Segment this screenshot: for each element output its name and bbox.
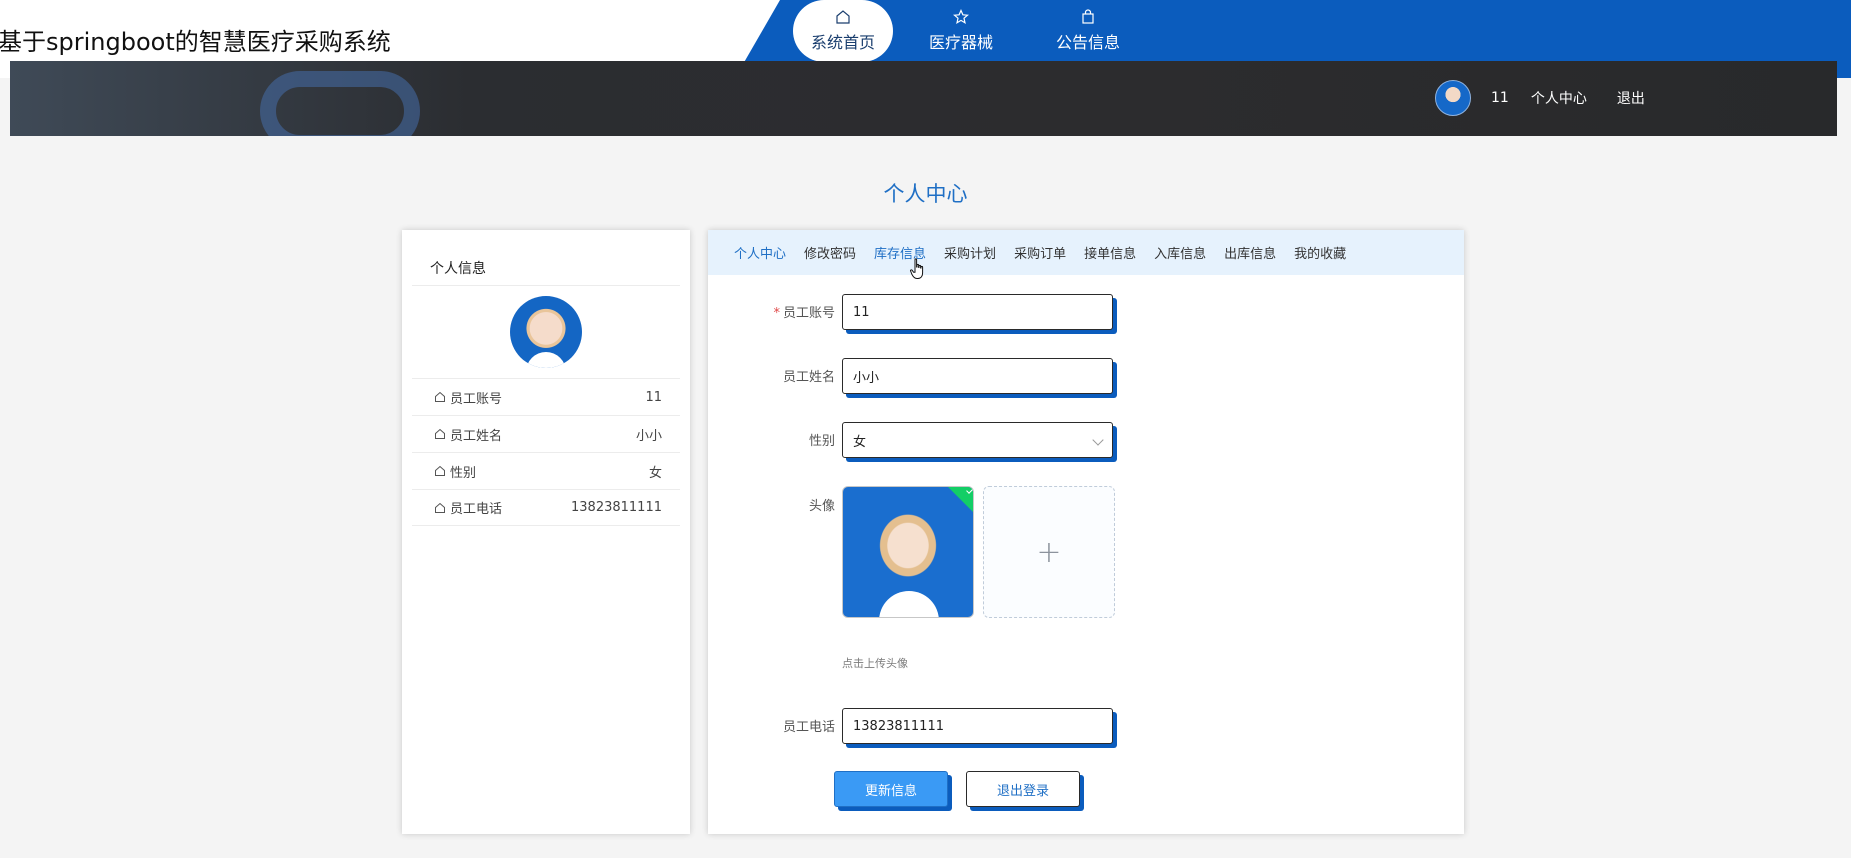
nav-announcements[interactable]: 公告信息 xyxy=(1038,0,1138,62)
phone-field[interactable] xyxy=(842,708,1113,744)
uploaded-avatar-image[interactable] xyxy=(842,486,974,618)
tab-stock-out[interactable]: 出库信息 xyxy=(1224,243,1276,262)
bag-icon xyxy=(1082,9,1094,24)
nav-medical-devices[interactable]: 医疗器械 xyxy=(911,0,1011,62)
list-item: 员工电话 13823811111 xyxy=(412,489,680,526)
list-item: 员工账号 11 xyxy=(412,378,680,415)
site-title: 基于springboot的智慧医疗采购系统 xyxy=(0,28,391,56)
profile-form-panel: 个人中心 修改密码 库存信息 采购计划 采购订单 接单信息 入库信息 出库信息 … xyxy=(708,230,1464,834)
update-info-button[interactable]: 更新信息 xyxy=(834,771,948,807)
hand-cursor-icon xyxy=(910,258,924,279)
info-key: 员工账号 xyxy=(450,391,503,407)
gender-label: 性别 xyxy=(808,434,835,449)
list-item: 性别 女 xyxy=(412,452,680,489)
gender-selected-value: 女 xyxy=(853,434,867,450)
tab-purchase-order[interactable]: 采购订单 xyxy=(1014,243,1066,262)
home-icon xyxy=(435,465,445,476)
name-label: 员工姓名 xyxy=(782,370,835,385)
profile-avatar xyxy=(510,296,582,368)
profile-card: 个人信息 员工账号 11 员工姓名 小小 性别 女 员工电话 138238111… xyxy=(402,230,690,834)
tab-change-password[interactable]: 修改密码 xyxy=(804,243,856,262)
tab-bar: 个人中心 修改密码 库存信息 采购计划 采购订单 接单信息 入库信息 出库信息 … xyxy=(708,230,1464,275)
check-icon xyxy=(946,487,973,514)
plus-icon: + xyxy=(1036,534,1062,570)
upload-tip: 点击上传头像 xyxy=(842,657,908,670)
banner-decoration xyxy=(260,71,420,136)
info-value: 小小 xyxy=(635,428,662,444)
user-name: 11 xyxy=(1491,90,1509,106)
profile-card-heading: 个人信息 xyxy=(412,230,680,286)
home-icon xyxy=(435,391,445,402)
tab-accepted-orders[interactable]: 接单信息 xyxy=(1084,243,1136,262)
home-icon xyxy=(435,502,445,513)
nav-home-label: 系统首页 xyxy=(810,33,875,52)
info-key: 员工姓名 xyxy=(450,428,503,444)
star-icon xyxy=(953,9,969,25)
user-area: 11 个人中心 退出 xyxy=(1435,80,1645,116)
tab-favorites[interactable]: 我的收藏 xyxy=(1294,243,1346,262)
nav-home[interactable]: 系统首页 xyxy=(793,0,893,62)
nav-notice-label: 公告信息 xyxy=(1055,33,1120,52)
avatar-label: 头像 xyxy=(808,499,835,514)
phone-label: 员工电话 xyxy=(782,720,835,735)
gender-select[interactable]: 女 xyxy=(842,422,1113,458)
info-key: 性别 xyxy=(450,465,477,481)
logout-link[interactable]: 退出 xyxy=(1617,88,1645,108)
home-icon xyxy=(836,10,850,24)
required-mark: * xyxy=(773,306,780,321)
chevron-down-icon xyxy=(1092,434,1104,446)
avatar[interactable] xyxy=(1435,80,1471,116)
upload-avatar-button[interactable]: + xyxy=(983,486,1115,618)
user-center-link[interactable]: 个人中心 xyxy=(1531,88,1587,108)
info-key: 员工电话 xyxy=(450,502,503,517)
account-label: * 员工账号 xyxy=(708,302,835,321)
account-label-text: 员工账号 xyxy=(782,306,835,321)
account-field[interactable] xyxy=(842,294,1113,330)
profile-info-list: 员工账号 11 员工姓名 小小 性别 女 员工电话 13823811111 xyxy=(412,378,680,526)
page-title: 个人中心 xyxy=(883,182,968,206)
tab-purchase-plan[interactable]: 采购计划 xyxy=(944,243,996,262)
list-item: 员工姓名 小小 xyxy=(412,415,680,452)
info-value: 11 xyxy=(645,389,662,405)
home-icon xyxy=(435,428,445,439)
info-value: 13823811111 xyxy=(571,500,662,515)
nav-devices-label: 医疗器械 xyxy=(928,33,993,52)
logout-button[interactable]: 退出登录 xyxy=(966,771,1080,807)
tab-personal-center[interactable]: 个人中心 xyxy=(734,243,786,262)
tab-stock-in[interactable]: 入库信息 xyxy=(1154,243,1206,262)
name-field[interactable] xyxy=(842,358,1113,394)
info-value: 女 xyxy=(648,465,662,481)
